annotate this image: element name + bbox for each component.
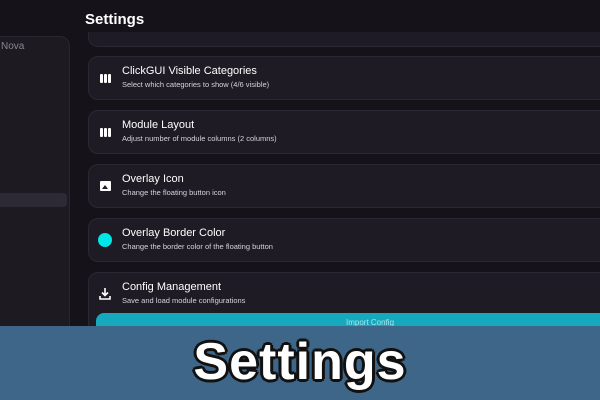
sidebar-item-settings[interactable] [0,193,67,207]
setting-title: Module Layout [122,119,195,131]
setting-overlay-border-color[interactable]: Overlay Border Color Change the border c… [88,218,600,262]
setting-title: Overlay Border Color [122,227,226,239]
setting-title: Config Management [122,281,222,293]
border-color-dot [98,233,112,247]
columns-icon [97,70,113,86]
setting-description: Save and load module configurations [122,296,246,305]
setting-description: Adjust number of module columns (2 colum… [122,134,277,143]
setting-description: Select which categories to show (4/6 vis… [122,80,270,89]
setting-module-layout[interactable]: Module Layout Adjust number of module co… [88,110,600,154]
banner-title: Settings [193,333,407,391]
page-title: Settings [85,11,145,28]
setting-title: Overlay Icon [122,173,184,185]
columns-icon [97,124,113,140]
color-swatch[interactable] [97,232,113,248]
image-icon [97,178,113,194]
title-banner: Settings [0,326,600,400]
setting-title: ClickGUI Visible Categories [122,65,257,77]
download-icon [97,286,113,302]
previous-setting-card[interactable] [88,32,600,47]
setting-description: Change the floating button icon [122,188,226,197]
setting-overlay-icon[interactable]: Overlay Icon Change the floating button … [88,164,600,208]
sidebar-brand: Nova [1,41,25,52]
sidebar: Nova [0,36,70,338]
setting-description: Change the border color of the floating … [122,242,273,251]
setting-clickgui-categories[interactable]: ClickGUI Visible Categories Select which… [88,56,600,100]
